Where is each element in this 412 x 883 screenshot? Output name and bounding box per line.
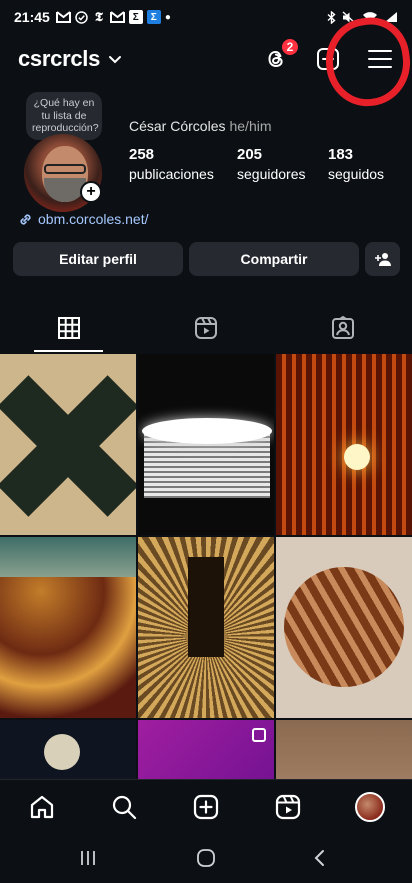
stat-following[interactable]: 183 seguidos bbox=[328, 145, 384, 184]
tab-tagged[interactable] bbox=[274, 304, 411, 352]
add-person-icon bbox=[374, 253, 391, 266]
chevron-down-icon[interactable] bbox=[108, 55, 122, 65]
plus-icon: + bbox=[86, 183, 96, 200]
instagram-profile-screen: 21:45 𝕿 Σ Σ ● csrcrcls 2 ¿Qué hay en tu … bbox=[0, 0, 412, 883]
avatar-glasses bbox=[44, 164, 86, 174]
status-bar: 21:45 𝕿 Σ Σ ● bbox=[0, 0, 412, 34]
back-button[interactable] bbox=[308, 847, 332, 869]
stat-label: seguidos bbox=[328, 166, 385, 183]
pronouns: he/him bbox=[229, 118, 272, 134]
post-thumbnail[interactable] bbox=[138, 537, 274, 718]
sigma-icon: Σ bbox=[146, 10, 161, 24]
header-actions: 2 bbox=[262, 37, 394, 73]
grid-icon bbox=[57, 317, 80, 339]
reels-icon bbox=[275, 794, 301, 820]
home-icon bbox=[30, 795, 54, 819]
wifi-icon bbox=[363, 12, 377, 22]
threads-button[interactable]: 2 bbox=[262, 37, 300, 73]
profile-avatar[interactable] bbox=[355, 792, 385, 822]
recent-apps-icon bbox=[81, 851, 95, 865]
username[interactable]: csrcrcls bbox=[18, 46, 100, 72]
post-thumbnail[interactable] bbox=[0, 354, 136, 535]
hamburger-menu-icon bbox=[368, 50, 392, 68]
post-thumbnail[interactable] bbox=[0, 537, 136, 718]
home-button[interactable] bbox=[194, 847, 218, 869]
note-bubble[interactable]: ¿Qué hay en tu lista de reproducción? bbox=[26, 92, 102, 140]
stat-label: seguidores bbox=[237, 166, 306, 183]
nav-search[interactable] bbox=[109, 792, 139, 822]
back-icon bbox=[314, 850, 324, 866]
stat-value: 205 bbox=[237, 146, 263, 163]
notification-icons: 𝕿 Σ Σ ● bbox=[55, 9, 171, 25]
stat-value: 258 bbox=[129, 146, 155, 163]
status-time: 21:45 bbox=[14, 9, 50, 25]
tagged-icon bbox=[331, 316, 354, 339]
nyt-icon: 𝕿 bbox=[94, 9, 103, 25]
add-post-icon bbox=[193, 794, 219, 820]
carousel-icon bbox=[252, 728, 266, 742]
posts-grid bbox=[0, 354, 412, 779]
bottom-navigation bbox=[0, 779, 412, 833]
notification-badge: 2 bbox=[280, 37, 300, 57]
stat-value: 183 bbox=[328, 146, 354, 163]
nav-home[interactable] bbox=[27, 792, 57, 822]
nav-create[interactable] bbox=[191, 792, 221, 822]
bluetooth-icon bbox=[327, 10, 336, 24]
link-icon bbox=[20, 213, 31, 225]
mute-icon bbox=[342, 10, 356, 24]
content-tabs bbox=[0, 304, 412, 352]
share-profile-button[interactable]: Compartir bbox=[189, 242, 359, 276]
post-thumbnail[interactable] bbox=[138, 720, 274, 779]
profile-header: csrcrcls 2 bbox=[0, 36, 412, 82]
add-story-button[interactable]: + bbox=[80, 181, 102, 203]
stat-followers[interactable]: 205 seguidores bbox=[237, 145, 306, 184]
active-tab-indicator bbox=[34, 350, 103, 352]
add-square-icon bbox=[317, 48, 339, 70]
stat-label: publicaciones bbox=[129, 166, 214, 183]
stat-posts[interactable]: 258 publicaciones bbox=[129, 145, 214, 184]
gmail-icon bbox=[109, 11, 125, 23]
edit-profile-button[interactable]: Editar perfil bbox=[13, 242, 183, 276]
reels-icon bbox=[194, 317, 217, 339]
nav-reels[interactable] bbox=[273, 792, 303, 822]
system-navigation-bar bbox=[0, 833, 412, 883]
post-thumbnail[interactable] bbox=[138, 354, 274, 535]
dot-icon: ● bbox=[164, 11, 171, 23]
post-thumbnail[interactable] bbox=[276, 720, 412, 779]
profile-link[interactable]: obm.corcoles.net/ bbox=[18, 211, 149, 227]
recent-apps-button[interactable] bbox=[76, 847, 100, 869]
search-icon bbox=[112, 795, 137, 820]
menu-button[interactable] bbox=[366, 45, 394, 73]
system-status-icons bbox=[327, 10, 398, 24]
checkmark-circle-icon bbox=[75, 10, 88, 24]
tab-reels[interactable] bbox=[137, 304, 274, 352]
gmail-icon bbox=[55, 11, 71, 23]
profile-name: César Córcoles he/him bbox=[129, 118, 272, 134]
display-name: César Córcoles bbox=[129, 118, 226, 134]
post-thumbnail[interactable] bbox=[276, 354, 412, 535]
create-post-button[interactable] bbox=[314, 45, 342, 73]
sigma-icon: Σ bbox=[128, 10, 143, 24]
home-circle-icon bbox=[197, 849, 215, 867]
post-thumbnail[interactable] bbox=[0, 720, 136, 779]
discover-people-button[interactable] bbox=[365, 242, 400, 276]
post-thumbnail[interactable] bbox=[276, 537, 412, 718]
link-text: obm.corcoles.net/ bbox=[38, 211, 149, 227]
signal-icon bbox=[385, 12, 397, 22]
tab-posts-grid[interactable] bbox=[0, 304, 137, 352]
